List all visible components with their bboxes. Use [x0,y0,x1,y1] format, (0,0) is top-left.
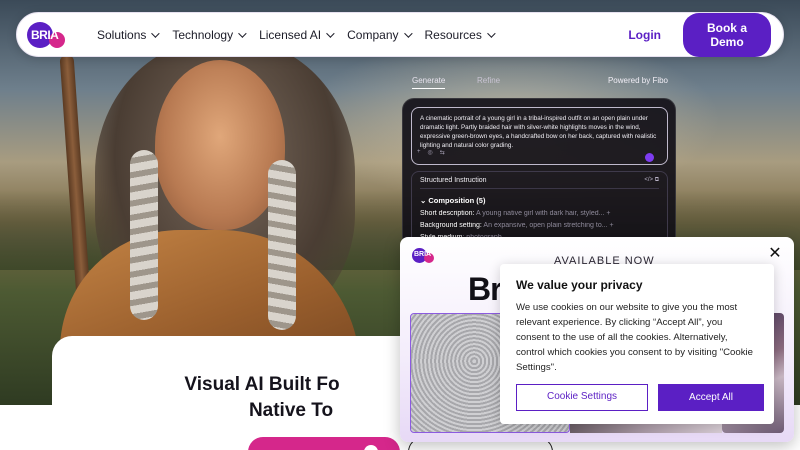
nav-item-resources[interactable]: Resources [424,27,496,42]
chevron-down-icon [151,28,161,38]
tab-generate[interactable]: Generate [412,76,446,89]
nav-item-company[interactable]: Company [347,27,413,42]
cookie-body: We use cookies on our website to give yo… [516,302,753,373]
cookie-title: We value your privacy [516,278,643,292]
row-value: An expansive, open plain stretching to..… [481,222,614,229]
prompt-toolbar: + ◎ ⇆ [417,149,445,156]
nav-item-label: Solutions [97,27,147,42]
row-label: Background setting: [420,222,482,229]
row-value: A young native girl with dark hair, styl… [474,210,611,217]
cta-dot-icon [364,445,378,450]
primary-cta-button[interactable] [248,437,400,450]
chevron-down-icon [487,28,496,38]
bria-logo[interactable]: BRIA [27,20,67,50]
close-icon[interactable]: ✕ [768,246,782,262]
accept-all-button[interactable]: Accept All [658,384,764,411]
book-demo-button[interactable]: Book a Demo [683,12,771,57]
structured-title: Structured Instruction [420,177,487,184]
row-label: Short description: [420,210,475,217]
composition-section[interactable]: ⌄ Composition (5) [420,196,659,205]
target-icon[interactable]: ◎ [428,149,433,156]
login-link[interactable]: Login [628,28,661,42]
promo-logo: BRIA [412,248,438,264]
struct-row[interactable]: Background setting: An expansive, open p… [420,222,659,229]
nav-item-label: Licensed AI [259,27,322,42]
top-nav: BRIA Solutions Technology Licensed AI Co… [16,12,784,57]
section-title: Composition (5) [428,196,486,205]
chevron-down-icon [326,28,335,38]
cookie-settings-button[interactable]: Cookie Settings [516,384,648,411]
promo-logo-text: BRIA [414,251,432,258]
nav-item-label: Resources [424,27,482,42]
tab-refine[interactable]: Refine [477,76,500,85]
swap-icon[interactable]: ⇆ [440,149,445,156]
struct-row[interactable]: Short description: A young native girl w… [420,210,659,217]
logo-text: BRIA [31,27,59,42]
code-copy-icon[interactable]: </> ⧉ [644,177,659,184]
hero-girl-face [155,60,285,230]
hero-braid-left [130,150,158,320]
prompt-text: A cinematic portrait of a young girl in … [420,115,657,149]
promo-title: Br [468,271,503,307]
add-icon[interactable]: + [417,149,421,156]
powered-by-label: Powered by Fibo [607,76,668,85]
nav-item-technology[interactable]: Technology [172,27,247,42]
cookie-actions: Cookie Settings Accept All [516,384,764,411]
chevron-down-icon [403,28,413,38]
hero-braid-right [268,160,296,330]
nav-item-licensed-ai[interactable]: Licensed AI [259,27,335,42]
generator-tabs: Generate Refine Powered by Fibo [405,76,673,94]
nav-item-label: Technology [172,27,234,42]
prompt-input[interactable]: A cinematic portrait of a young girl in … [411,107,668,165]
generator-panel: A cinematic portrait of a young girl in … [402,98,676,248]
cookie-consent-dialog: We value your privacy We use cookies on … [500,264,774,424]
structured-header: Structured Instruction </> ⧉ [420,177,659,189]
chevron-down-icon [238,28,247,38]
nav-item-label: Company [347,27,399,42]
nav-menu: Solutions Technology Licensed AI Company… [97,28,508,42]
send-icon[interactable] [645,153,654,162]
nav-item-solutions[interactable]: Solutions [97,27,161,42]
